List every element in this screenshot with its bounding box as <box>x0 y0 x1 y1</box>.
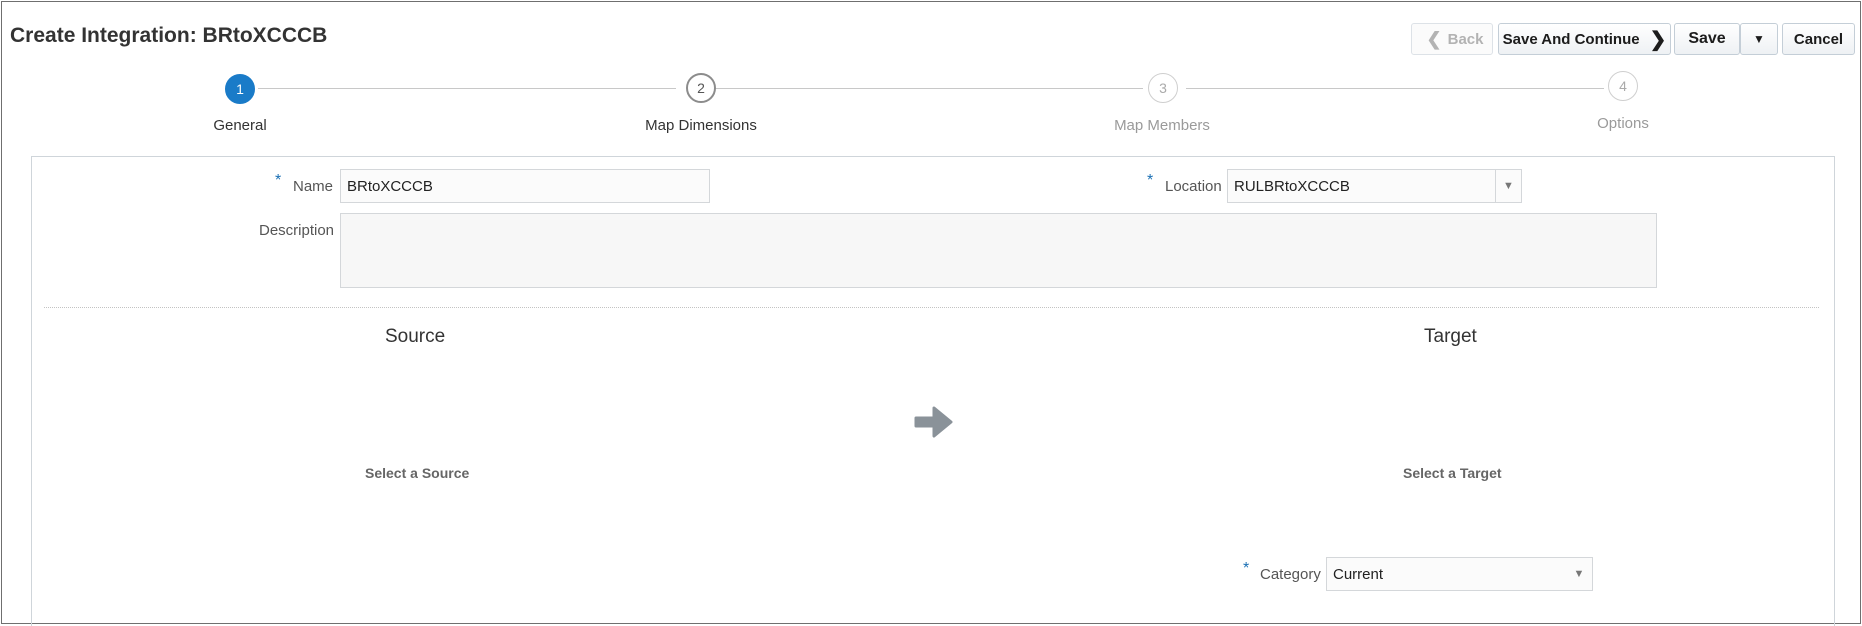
cancel-label: Cancel <box>1793 30 1844 48</box>
select-source-link[interactable]: Select a Source <box>365 465 469 481</box>
train-step-options: 4 <box>1608 71 1638 101</box>
save-menu-button[interactable]: ▼ <box>1740 23 1778 55</box>
back-button[interactable]: ❮ Back <box>1411 23 1493 55</box>
location-value: RULBRtoXCCCB <box>1234 177 1350 195</box>
dropdown-caret-icon[interactable]: ▼ <box>1495 170 1521 202</box>
arrow-right-icon <box>914 406 953 438</box>
cancel-button[interactable]: Cancel <box>1782 23 1855 55</box>
required-indicator: * <box>1147 172 1154 189</box>
chevron-right-icon: ❯ <box>1649 28 1667 51</box>
save-and-continue-button[interactable]: Save And Continue ❯ <box>1498 23 1671 55</box>
category-value: Current <box>1333 565 1384 583</box>
name-input[interactable]: BRtoXCCCB <box>340 169 710 203</box>
chevron-left-icon: ❮ <box>1426 28 1442 49</box>
step-number: 1 <box>236 81 244 97</box>
train-connector <box>1186 88 1604 89</box>
train-step-map-dimensions[interactable]: 2 <box>686 73 716 103</box>
train-step-label: Options <box>1597 115 1649 132</box>
save-button[interactable]: Save <box>1674 23 1740 55</box>
description-label: Description <box>259 222 335 239</box>
category-label: Category <box>1260 566 1321 583</box>
train-connector <box>715 88 1143 89</box>
chevron-down-icon: ▼ <box>1573 568 1585 580</box>
step-number: 3 <box>1159 80 1167 96</box>
name-value: BRtoXCCCB <box>347 177 433 195</box>
train-step-label[interactable]: General <box>140 117 340 134</box>
train-step-general[interactable]: 1 <box>225 74 255 104</box>
name-label: Name <box>293 178 334 195</box>
train-step-label[interactable]: Map Dimensions <box>601 117 801 134</box>
step-number: 2 <box>697 80 705 96</box>
caret-down-icon: ▼ <box>1753 32 1765 46</box>
location-label: Location <box>1165 178 1222 195</box>
category-select[interactable]: Current ▼ <box>1326 557 1593 591</box>
save-and-continue-label: Save And Continue <box>1502 30 1640 48</box>
source-heading: Source <box>385 326 446 347</box>
required-indicator: * <box>1243 560 1250 577</box>
step-number: 4 <box>1619 78 1627 94</box>
train-step-label: Map Members <box>1114 117 1210 134</box>
save-label: Save <box>1688 30 1726 47</box>
back-label: Back <box>1447 30 1484 48</box>
select-target-link[interactable]: Select a Target <box>1403 465 1502 481</box>
train-connector <box>258 88 676 89</box>
location-combobox[interactable]: RULBRtoXCCCB ▼ <box>1227 169 1522 203</box>
required-indicator: * <box>275 172 282 189</box>
page-title: Create Integration: BRtoXCCCB <box>10 24 328 47</box>
section-divider <box>44 307 1819 308</box>
description-textarea[interactable] <box>340 213 1657 288</box>
train-step-map-members: 3 <box>1148 73 1178 103</box>
target-heading: Target <box>1424 326 1477 347</box>
